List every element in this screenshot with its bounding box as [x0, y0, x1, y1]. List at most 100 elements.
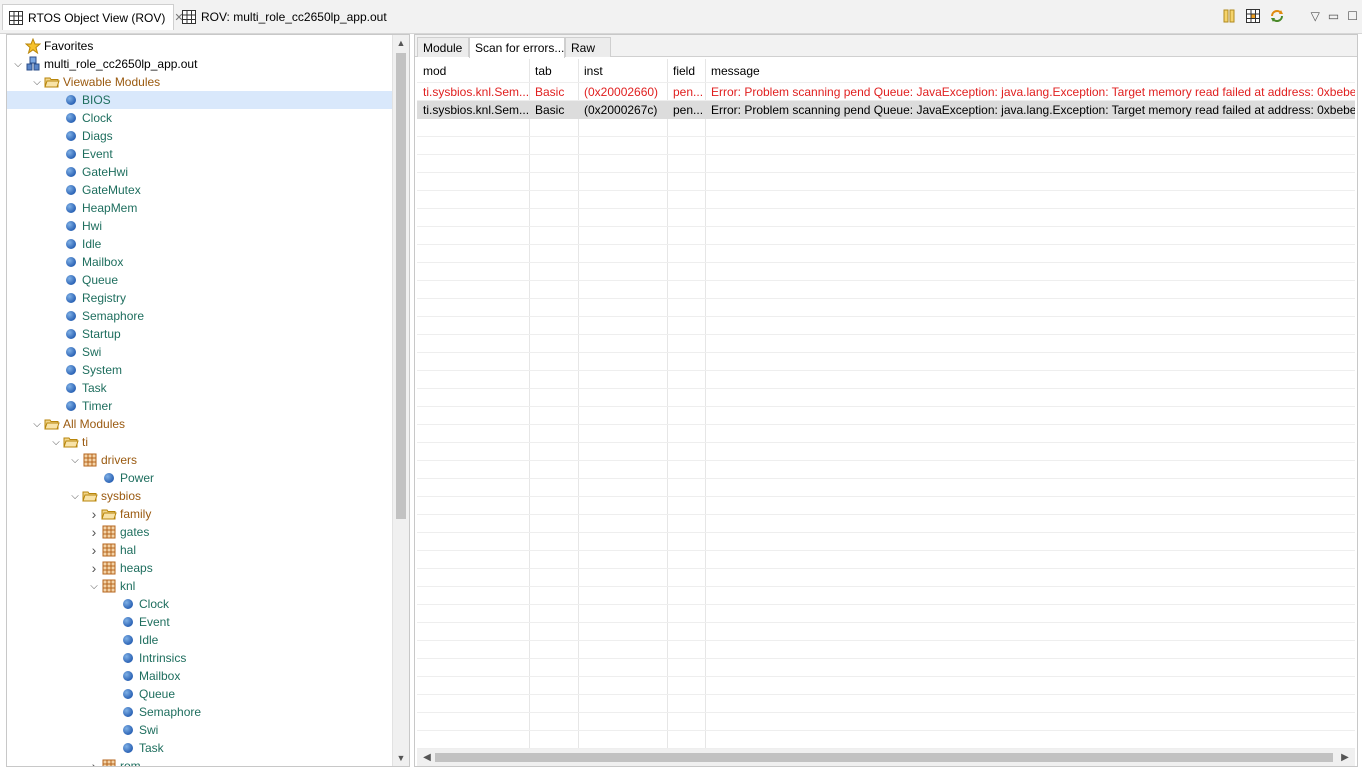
grid-refresh-icon[interactable]	[1245, 8, 1261, 24]
chevron-down-icon[interactable]: ⌵	[49, 433, 63, 451]
tree-item-label: rom	[120, 759, 141, 767]
chevron-down-icon[interactable]: ⌵	[68, 451, 82, 469]
tree-item-rom[interactable]: › rom	[7, 757, 393, 767]
tab-rtos-object-view[interactable]: RTOS Object View (ROV) ✕	[2, 4, 184, 30]
chevron-down-icon[interactable]: ⌵	[11, 55, 25, 73]
tree-item-label: Idle	[139, 633, 159, 647]
tree-item-swi[interactable]: Swi	[7, 721, 393, 739]
tree-item-label: ti	[82, 435, 88, 449]
chevron-right-icon[interactable]: ›	[87, 541, 101, 559]
tree-item-gatehwi[interactable]: GateHwi	[7, 163, 393, 181]
tree-item-idle[interactable]: Idle	[7, 631, 393, 649]
scroll-up-arrow-icon[interactable]: ▲	[393, 35, 409, 51]
tree-item-label: Clock	[139, 597, 170, 611]
sync-icon[interactable]	[1269, 8, 1285, 24]
tree-item-drivers[interactable]: ⌵ drivers	[7, 451, 393, 469]
row-separator	[417, 262, 1355, 263]
tree-item-heapmem[interactable]: HeapMem	[7, 199, 393, 217]
tree-item-power[interactable]: Power	[7, 469, 393, 487]
chevron-right-icon[interactable]: ›	[87, 523, 101, 541]
row-separator	[417, 712, 1355, 713]
tree-item-registry[interactable]: Registry	[7, 289, 393, 307]
tree-item-favorites[interactable]: Favorites	[7, 37, 393, 55]
module-icon	[120, 686, 136, 702]
tree-item-family[interactable]: › family	[7, 505, 393, 523]
tree-item-startup[interactable]: Startup	[7, 325, 393, 343]
tree-item-mailbox[interactable]: Mailbox	[7, 667, 393, 685]
tree-item-label: Favorites	[44, 39, 94, 53]
table-row[interactable]: ti.sysbios.knl.Sem... Basic (0x2000267c) pe…	[417, 101, 1355, 119]
pause-icon[interactable]	[1221, 8, 1237, 24]
minimize-icon[interactable]: ▭	[1328, 9, 1339, 23]
view-menu-icon[interactable]: ▽	[1311, 9, 1320, 23]
tree-item-queue[interactable]: Queue	[7, 685, 393, 703]
tree-item-gates[interactable]: › gates	[7, 523, 393, 541]
maximize-icon[interactable]: ☐	[1347, 9, 1358, 23]
row-separator	[417, 442, 1355, 443]
column-header-mod[interactable]: mod	[417, 62, 529, 80]
tree-item-viewable-modules[interactable]: ⌵ Viewable Modules	[7, 73, 393, 91]
row-separator	[417, 352, 1355, 353]
column-header-field[interactable]: field	[667, 62, 705, 80]
tree-item-idle[interactable]: Idle	[7, 235, 393, 253]
column-header-inst[interactable]: inst	[578, 62, 667, 80]
scroll-thumb[interactable]	[435, 753, 1333, 762]
scroll-thumb[interactable]	[396, 53, 406, 519]
chevron-down-icon[interactable]: ⌵	[68, 487, 82, 505]
chevron-right-icon[interactable]: ›	[87, 505, 101, 523]
tree-item-bios[interactable]: BIOS	[7, 91, 393, 109]
scroll-left-arrow-icon[interactable]: ◀	[419, 749, 435, 766]
scroll-right-arrow-icon[interactable]: ▶	[1337, 749, 1353, 766]
tree-item-clock[interactable]: Clock	[7, 595, 393, 613]
folder-icon	[44, 416, 60, 432]
tree-item-event[interactable]: Event	[7, 613, 393, 631]
tree-item-gatemutex[interactable]: GateMutex	[7, 181, 393, 199]
row-separator	[417, 190, 1355, 191]
chevron-down-icon[interactable]: ⌵	[87, 577, 101, 595]
tree-item-timer[interactable]: Timer	[7, 397, 393, 415]
tree-item-all-modules[interactable]: ⌵ All Modules	[7, 415, 393, 433]
tab-rov-file[interactable]: ROV: multi_role_cc2650lp_app.out	[176, 4, 387, 30]
tree-item-ti[interactable]: ⌵ ti	[7, 433, 393, 451]
tree-item-clock[interactable]: Clock	[7, 109, 393, 127]
tree-item-multi-role-cc2650lp-app-out[interactable]: ⌵ multi_role_cc2650lp_app.out	[7, 55, 393, 73]
cell-message: Error: Problem scanning pend Queue: Java…	[711, 103, 1355, 117]
column-header-message[interactable]: message	[705, 62, 1355, 80]
tab-raw[interactable]: Raw	[565, 37, 611, 57]
table-horizontal-scrollbar[interactable]: ◀ ▶	[417, 749, 1355, 766]
tree-item-queue[interactable]: Queue	[7, 271, 393, 289]
tree-item-hwi[interactable]: Hwi	[7, 217, 393, 235]
tree-item-event[interactable]: Event	[7, 145, 393, 163]
tree-item-sysbios[interactable]: ⌵ sysbios	[7, 487, 393, 505]
tree-item-knl[interactable]: ⌵ knl	[7, 577, 393, 595]
tree-item-heaps[interactable]: › heaps	[7, 559, 393, 577]
tree-item-label: Event	[82, 147, 113, 161]
tree-item-task[interactable]: Task	[7, 379, 393, 397]
scroll-down-arrow-icon[interactable]: ▼	[393, 750, 409, 766]
chevron-down-icon[interactable]: ⌵	[30, 415, 44, 433]
tree-item-hal[interactable]: › hal	[7, 541, 393, 559]
tree-item-semaphore[interactable]: Semaphore	[7, 307, 393, 325]
tree-vertical-scrollbar[interactable]: ▲ ▼	[392, 35, 409, 766]
table-icon	[9, 10, 23, 25]
tree-item-intrinsics[interactable]: Intrinsics	[7, 649, 393, 667]
tab-module[interactable]: Module	[417, 37, 469, 57]
tree-item-task[interactable]: Task	[7, 739, 393, 757]
tree-item-diags[interactable]: Diags	[7, 127, 393, 145]
chevron-down-icon[interactable]: ⌵	[30, 73, 44, 91]
chevron-right-icon[interactable]: ›	[87, 559, 101, 577]
tab-scan-for-errors[interactable]: Scan for errors...	[469, 37, 565, 58]
table-row[interactable]: ti.sysbios.knl.Sem... Basic (0x20002660) pe…	[417, 83, 1355, 101]
tree-item-semaphore[interactable]: Semaphore	[7, 703, 393, 721]
tree-item-system[interactable]: System	[7, 361, 393, 379]
tree-item-mailbox[interactable]: Mailbox	[7, 253, 393, 271]
tree-item-swi[interactable]: Swi	[7, 343, 393, 361]
chevron-right-icon[interactable]: ›	[87, 757, 101, 766]
column-header-tab[interactable]: tab	[529, 62, 578, 80]
